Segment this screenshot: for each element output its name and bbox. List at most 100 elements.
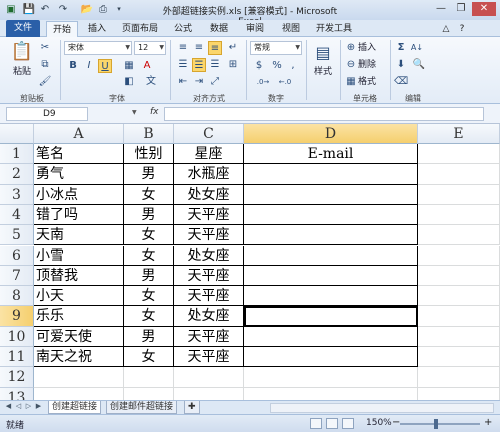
border-icon[interactable]: ▦: [122, 59, 136, 73]
last-sheet-icon[interactable]: ▶: [34, 402, 43, 410]
currency-button[interactable]: $: [252, 59, 266, 73]
save-icon[interactable]: 💾: [22, 3, 36, 16]
cell-b7[interactable]: 男: [124, 265, 174, 287]
merge-center-icon[interactable]: ⊞: [226, 58, 240, 72]
cell-a7[interactable]: 顶替我: [34, 265, 124, 287]
cell-b1[interactable]: 性别: [124, 144, 174, 165]
cell-e5[interactable]: [418, 225, 500, 246]
autosum-button[interactable]: Σ: [394, 41, 408, 55]
cell-d7[interactable]: [244, 265, 418, 287]
align-left-icon[interactable]: ☰: [176, 58, 190, 72]
help-icon[interactable]: ?: [456, 21, 468, 37]
column-header-a[interactable]: A: [34, 124, 124, 144]
column-header-b[interactable]: B: [124, 124, 174, 144]
cell-b2[interactable]: 男: [124, 164, 174, 185]
tab-formulas[interactable]: 公式: [168, 21, 198, 37]
insert-cells-icon[interactable]: ⊕: [344, 41, 358, 55]
chevron-down-icon[interactable]: ▼: [132, 109, 137, 116]
cell-c1[interactable]: 星座: [174, 144, 244, 165]
cell-c13[interactable]: [174, 387, 244, 400]
styles-button[interactable]: 样式: [308, 65, 338, 79]
cell-d6[interactable]: [244, 245, 418, 266]
insert-cells-button[interactable]: 插入: [358, 41, 382, 55]
decrease-indent-icon[interactable]: ⇤: [176, 75, 190, 89]
row-header[interactable]: 9: [0, 306, 34, 327]
cell-a12[interactable]: [34, 367, 124, 388]
cell-b9[interactable]: 女: [124, 306, 174, 327]
font-size-select[interactable]: 12 ▼: [134, 41, 166, 55]
row-header[interactable]: 11: [0, 347, 34, 368]
font-color-button[interactable]: A: [140, 59, 154, 73]
cell-d3[interactable]: [244, 184, 418, 205]
sort-filter-button[interactable]: A↓: [410, 41, 424, 55]
cell-d8[interactable]: [244, 286, 418, 307]
cell-c12[interactable]: [174, 367, 244, 388]
select-all-corner[interactable]: [0, 124, 34, 144]
cell-b4[interactable]: 男: [124, 204, 174, 226]
cell-d1[interactable]: E-mail: [244, 144, 418, 165]
align-bottom-icon[interactable]: ≡: [208, 41, 222, 55]
format-cells-icon[interactable]: ▦: [344, 75, 358, 89]
cell-a2[interactable]: 勇气: [34, 164, 124, 185]
cell-a5[interactable]: 天南: [34, 225, 124, 246]
cell-c9[interactable]: 处女座: [174, 306, 244, 327]
tab-page-layout[interactable]: 页面布局: [118, 21, 162, 37]
cell-a6[interactable]: 小雪: [34, 245, 124, 266]
cell-c6[interactable]: 处女座: [174, 245, 244, 266]
cell-e6[interactable]: [418, 245, 500, 266]
column-header-c[interactable]: C: [174, 124, 244, 144]
cell-b5[interactable]: 女: [124, 225, 174, 246]
format-painter-icon[interactable]: 🖌: [38, 75, 52, 89]
font-name-select[interactable]: 宋体 ▼: [64, 41, 132, 55]
delete-cells-button[interactable]: 删除: [358, 58, 382, 72]
comma-button[interactable]: ,: [286, 59, 300, 73]
paste-button[interactable]: 粘贴: [8, 65, 36, 79]
format-cells-button[interactable]: 格式: [358, 75, 382, 89]
cell-e4[interactable]: [418, 204, 500, 226]
customize-icon[interactable]: ▾: [112, 3, 126, 16]
sheet-tab-create-hyperlink[interactable]: 创建超链接: [48, 401, 102, 414]
row-header[interactable]: 5: [0, 225, 34, 246]
cell-e9[interactable]: [418, 306, 500, 327]
formula-input[interactable]: [164, 107, 484, 121]
cell-e8[interactable]: [418, 286, 500, 307]
tab-insert[interactable]: 插入: [82, 21, 112, 37]
cell-c4[interactable]: 天平座: [174, 204, 244, 226]
undo-icon[interactable]: ↶: [38, 3, 52, 16]
bold-button[interactable]: B: [66, 59, 80, 73]
increase-decimal-icon[interactable]: .0→: [256, 75, 270, 89]
row-header[interactable]: 12: [0, 367, 34, 388]
cell-a13[interactable]: [34, 387, 124, 400]
cell-b12[interactable]: [124, 367, 174, 388]
page-layout-view-icon[interactable]: [326, 418, 338, 429]
percent-button[interactable]: %: [270, 59, 284, 73]
column-header-d[interactable]: D: [244, 124, 418, 144]
sheet-tab-create-mail-hyperlink[interactable]: 创建邮件超链接: [106, 401, 178, 414]
tab-data[interactable]: 数据: [204, 21, 234, 37]
fill-icon[interactable]: ⬇: [394, 58, 408, 72]
cell-d2[interactable]: [244, 164, 418, 185]
page-break-view-icon[interactable]: [342, 418, 354, 429]
cell-a9[interactable]: 乐乐: [34, 306, 124, 327]
cell-b13[interactable]: [124, 387, 174, 400]
cell-e2[interactable]: [418, 164, 500, 185]
cell-b10[interactable]: 男: [124, 326, 174, 347]
row-header[interactable]: 1: [0, 144, 34, 165]
cell-c7[interactable]: 天平座: [174, 265, 244, 287]
align-middle-icon[interactable]: ≡: [192, 41, 206, 55]
redo-icon[interactable]: ↷: [56, 3, 70, 16]
row-header[interactable]: 8: [0, 286, 34, 307]
tab-view[interactable]: 视图: [276, 21, 306, 37]
decrease-decimal-icon[interactable]: ←.0: [278, 75, 292, 89]
cell-e11[interactable]: [418, 347, 500, 368]
cell-b3[interactable]: 女: [124, 184, 174, 205]
cell-c11[interactable]: 天平座: [174, 347, 244, 368]
cell-d9[interactable]: [244, 306, 418, 327]
orientation-icon[interactable]: ⤢: [208, 75, 222, 89]
paste-icon[interactable]: 📋: [10, 41, 34, 63]
cell-e1[interactable]: [418, 144, 500, 165]
row-header[interactable]: 3: [0, 184, 34, 205]
name-box[interactable]: D9: [6, 107, 88, 121]
copy-icon[interactable]: ⧉: [38, 58, 52, 72]
styles-icon[interactable]: ▤: [312, 43, 334, 63]
